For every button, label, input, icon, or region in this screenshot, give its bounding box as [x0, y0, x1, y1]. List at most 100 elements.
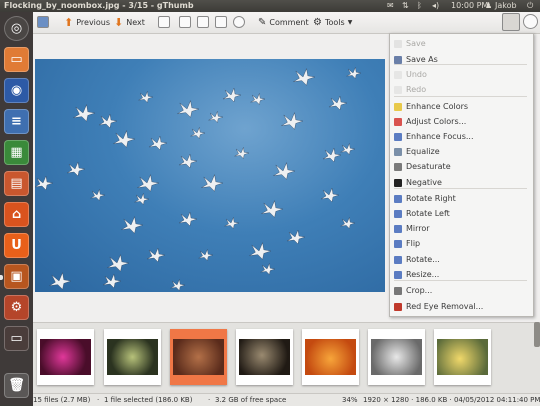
menu-item-desaturate[interactable]: Desaturate — [390, 159, 531, 174]
menu-item-rotate-right[interactable]: Rotate Right — [390, 191, 531, 206]
trash-icon[interactable]: 🗑 — [4, 373, 29, 398]
menu-separator — [394, 280, 527, 281]
tools-label: Tools — [324, 18, 345, 27]
bird — [102, 273, 122, 289]
status-separator: · — [97, 396, 100, 404]
menu-item-red-eye[interactable]: Red Eye Removal... — [390, 299, 531, 314]
properties-gear-icon[interactable] — [523, 14, 538, 29]
writer-icon[interactable]: ≡ — [4, 109, 29, 134]
firefox-icon[interactable]: ◉ — [4, 78, 29, 103]
zoom-icon[interactable] — [233, 16, 245, 28]
ubuntu-one-icon[interactable]: U — [4, 233, 29, 258]
bird — [346, 66, 362, 80]
bird — [286, 229, 306, 245]
bird — [178, 211, 198, 227]
enhance-colors-icon — [394, 102, 402, 111]
menu-separator — [394, 64, 527, 65]
bird — [208, 110, 224, 124]
thumbnail[interactable] — [302, 329, 359, 385]
bird — [170, 278, 186, 292]
equalize-icon — [394, 147, 402, 156]
files-icon[interactable]: ▭ — [4, 47, 29, 72]
bird — [250, 92, 266, 106]
menu-item-label: Save As — [406, 55, 438, 64]
clock[interactable]: 10:00 PM — [451, 0, 488, 12]
menu-item-adjust-colors[interactable]: Adjust Colors... — [390, 114, 531, 129]
menu-item-label: Red Eye Removal... — [406, 302, 484, 311]
user-name[interactable]: Jakob — [495, 0, 517, 12]
view-icon[interactable] — [179, 16, 191, 28]
bird — [190, 126, 206, 140]
menu-item-redo: Redo — [390, 82, 531, 97]
image-edit-icon[interactable] — [502, 13, 520, 31]
bird — [90, 188, 106, 202]
bird — [260, 262, 276, 276]
network-indicator-icon[interactable]: ⇅ — [402, 0, 409, 12]
adjust-colors-icon — [394, 117, 402, 126]
menu-item-enhance-focus[interactable]: Enhance Focus... — [390, 129, 531, 144]
bird — [98, 113, 118, 129]
status-free-space: 3.2 GB of free space — [215, 396, 287, 404]
calc-icon[interactable]: ▦ — [4, 140, 29, 165]
menu-item-crop[interactable]: Crop... — [390, 283, 531, 298]
arrow-up-icon: ⬆ — [64, 16, 74, 29]
thumbnail[interactable] — [368, 329, 425, 385]
bird — [138, 90, 154, 104]
menu-item-label: Redo — [406, 85, 427, 94]
resize-icon — [394, 270, 402, 279]
undo-icon — [394, 70, 402, 79]
menu-item-flip[interactable]: Flip — [390, 236, 531, 251]
thumbnail-scrollbar[interactable] — [534, 322, 540, 347]
software-center-icon[interactable]: ⌂ — [4, 202, 29, 227]
bird — [113, 129, 136, 148]
user-icon[interactable]: ♟ — [485, 0, 492, 12]
menu-item-mirror[interactable]: Mirror — [390, 221, 531, 236]
impress-icon[interactable]: ▤ — [4, 171, 29, 196]
home-icon[interactable] — [158, 16, 170, 28]
menu-item-rotate[interactable]: Rotate... — [390, 252, 531, 267]
thumbnail[interactable] — [37, 329, 94, 385]
mirror-icon — [394, 224, 402, 233]
menu-item-equalize[interactable]: Equalize — [390, 144, 531, 159]
workspace-switcher-icon[interactable]: ▭ — [4, 326, 29, 351]
image-viewer[interactable] — [35, 59, 385, 292]
top-panel: Flocking_by_noombox.jpg - 3/15 - gThumb … — [0, 0, 540, 12]
dash-home-icon[interactable]: ◎ — [4, 16, 29, 41]
volume-indicator-icon[interactable]: ◂) — [432, 0, 439, 12]
bird — [177, 99, 200, 118]
menu-separator — [394, 96, 527, 97]
menu-item-label: Rotate Right — [406, 194, 456, 203]
system-settings-icon[interactable]: ⚙ — [4, 295, 29, 320]
thumbnail[interactable] — [104, 329, 161, 385]
menu-item-rotate-left[interactable]: Rotate Left — [390, 206, 531, 221]
thumbnail[interactable] — [434, 329, 491, 385]
thumbnail-selected[interactable] — [170, 329, 227, 385]
negative-icon — [394, 178, 402, 187]
gthumb-icon[interactable]: ▣ — [4, 264, 29, 289]
enhance-focus-icon — [394, 132, 402, 141]
fullscreen-icon[interactable] — [197, 16, 209, 28]
menu-item-label: Negative — [406, 178, 442, 187]
comment-button[interactable]: ✎ Comment — [258, 15, 309, 30]
status-selection: 1 file selected (186.0 KB) — [104, 396, 193, 404]
bird — [340, 216, 356, 230]
toolbar: ⬆ Previous ⬇ Next ✎ Comment ⚙ Tools ▼ — [33, 12, 540, 34]
bird — [137, 173, 160, 192]
previous-button[interactable]: ⬆ Previous — [64, 15, 110, 30]
power-icon[interactable]: ⏻ — [527, 0, 533, 12]
fit-icon[interactable] — [215, 16, 227, 28]
browser-mode-icon[interactable] — [37, 16, 49, 28]
menu-item-save: Save — [390, 36, 531, 51]
thumbnail[interactable] — [236, 329, 293, 385]
menu-item-label: Mirror — [406, 224, 430, 233]
menu-item-enhance-colors[interactable]: Enhance Colors — [390, 99, 531, 114]
running-indicator — [0, 275, 3, 280]
bird — [328, 95, 348, 111]
next-button[interactable]: ⬇ Next — [114, 15, 145, 30]
mail-indicator-icon[interactable]: ✉ — [387, 0, 394, 12]
tools-button[interactable]: ⚙ Tools ▼ — [313, 15, 352, 30]
bird — [198, 248, 214, 262]
menu-separator — [394, 188, 527, 189]
bluetooth-indicator-icon[interactable]: ᛒ — [417, 0, 422, 12]
bird — [222, 87, 242, 103]
